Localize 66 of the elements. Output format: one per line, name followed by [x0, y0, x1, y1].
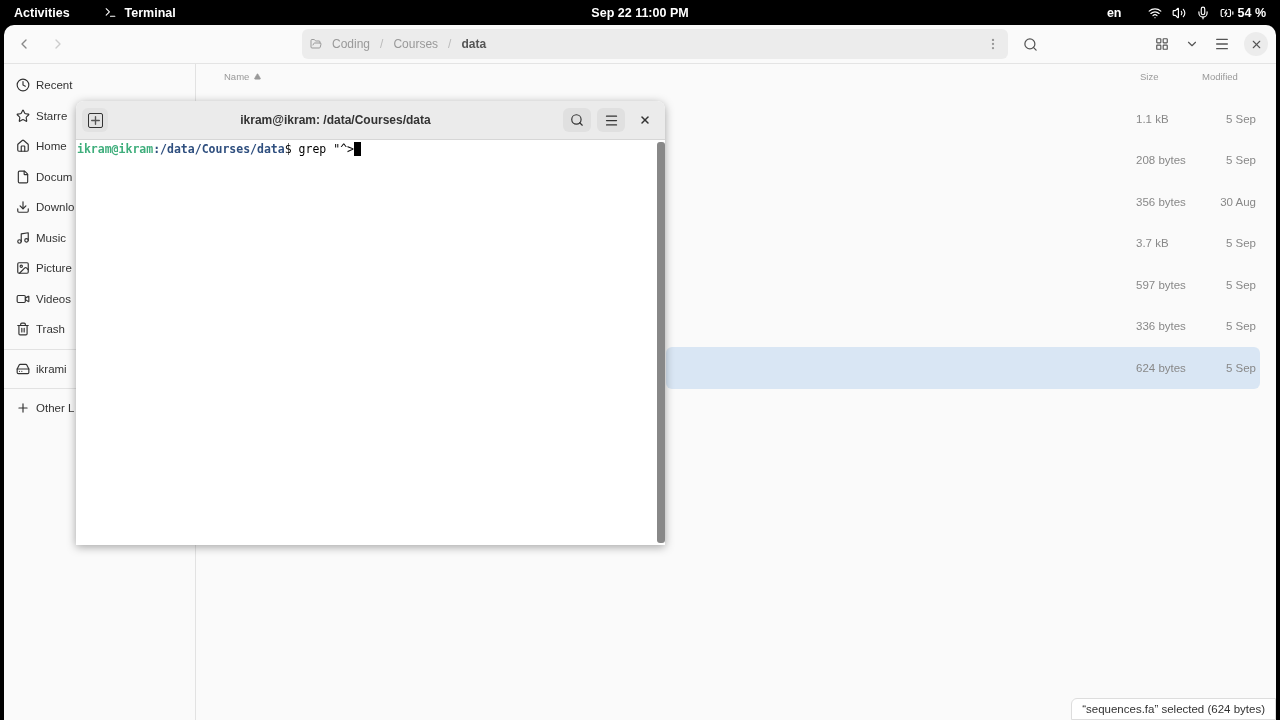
- sidebar-item[interactable]: ikrami: [16, 353, 67, 384]
- terminal-icon: [103, 6, 117, 19]
- downloads-icon: [16, 200, 30, 215]
- size-cell-text: 208 bytes: [1136, 154, 1187, 167]
- menu-icon: [603, 112, 619, 128]
- sidebar-item[interactable]: Recent: [16, 70, 73, 101]
- other-icon: [16, 401, 30, 416]
- sidebar-item[interactable]: Downlo: [16, 192, 75, 223]
- sidebar-item[interactable]: Videos: [16, 283, 71, 314]
- modified-cell-text: 5 Sep: [1224, 278, 1256, 291]
- menu-icon: [1214, 36, 1230, 52]
- sidebar-item[interactable]: Other L: [16, 393, 75, 424]
- window-title: ikram@ikram: /data/Courses/data: [239, 113, 432, 127]
- breadcrumb-separator: /: [448, 37, 452, 51]
- path-bar[interactable]: Coding / Courses / data: [302, 29, 1008, 59]
- sidebar-item[interactable]: Picture: [16, 253, 72, 284]
- trash-icon: [16, 322, 30, 337]
- breadcrumb[interactable]: data: [461, 37, 487, 51]
- size-cell-text: 597 bytes: [1136, 278, 1187, 291]
- starred-icon: [16, 108, 30, 123]
- new-tab-icon: [87, 112, 103, 128]
- sidebar-item[interactable]: Home: [16, 131, 67, 162]
- clock[interactable]: Sep 22 11:00 PM: [591, 5, 689, 20]
- activities-button[interactable]: Activities: [14, 5, 70, 20]
- new-tab-button[interactable]: [82, 108, 108, 132]
- microphone-icon[interactable]: [1195, 5, 1210, 20]
- modified-cell-text: 5 Sep: [1224, 154, 1256, 167]
- menu-button[interactable]: [597, 108, 625, 132]
- scrollbar[interactable]: [657, 142, 665, 543]
- sort-icon: [254, 72, 262, 80]
- modified-cell-text: 5 Sep: [1224, 361, 1256, 374]
- modified-cell-text: 30 Aug: [1219, 195, 1256, 208]
- text-cursor: [354, 142, 361, 156]
- sidebar-item[interactable]: Trash: [16, 314, 65, 345]
- size-cell-text: 624 bytes: [1136, 361, 1187, 374]
- recent-icon: [16, 78, 30, 93]
- sidebar-item[interactable]: Music: [16, 222, 67, 253]
- grid-icon: [1155, 37, 1169, 51]
- battery-level: 54 %: [1237, 5, 1266, 20]
- close-button[interactable]: [1244, 32, 1268, 56]
- modified-cell-text: 5 Sep: [1224, 237, 1256, 250]
- search-icon: [1022, 36, 1038, 52]
- size-cell-text: 3.7 kB: [1136, 237, 1170, 250]
- size-cell-text: 336 bytes: [1136, 320, 1187, 333]
- breadcrumb-separator: /: [380, 37, 384, 51]
- wifi-icon[interactable]: [1147, 5, 1162, 20]
- modified-cell-text: 5 Sep: [1224, 320, 1256, 333]
- home-icon: [16, 139, 30, 154]
- folder-icon: [310, 38, 322, 50]
- sidebar-item[interactable]: Starre: [16, 100, 68, 131]
- language-indicator[interactable]: en: [1106, 5, 1122, 20]
- status-text: “sequences.fa” selected (624 bytes): [1071, 698, 1276, 720]
- terminal-line: ikram@ikram:/data/Courses/data$ grep "^>: [77, 142, 656, 156]
- search-icon: [570, 113, 584, 127]
- modified-cell-text: 5 Sep: [1224, 112, 1256, 125]
- size-cell-text: 356 bytes: [1136, 195, 1187, 208]
- drive-icon: [16, 361, 30, 376]
- close-icon: [639, 114, 651, 126]
- documents-icon: [16, 169, 30, 184]
- sidebar-item[interactable]: Docum: [16, 161, 73, 192]
- volume-icon[interactable]: [1171, 5, 1186, 20]
- app-menu[interactable]: Terminal: [124, 5, 176, 20]
- music-icon: [16, 230, 30, 245]
- search-button[interactable]: [563, 108, 591, 132]
- pictures-icon: [16, 261, 30, 276]
- size-cell-text: 1.1 kB: [1136, 112, 1170, 125]
